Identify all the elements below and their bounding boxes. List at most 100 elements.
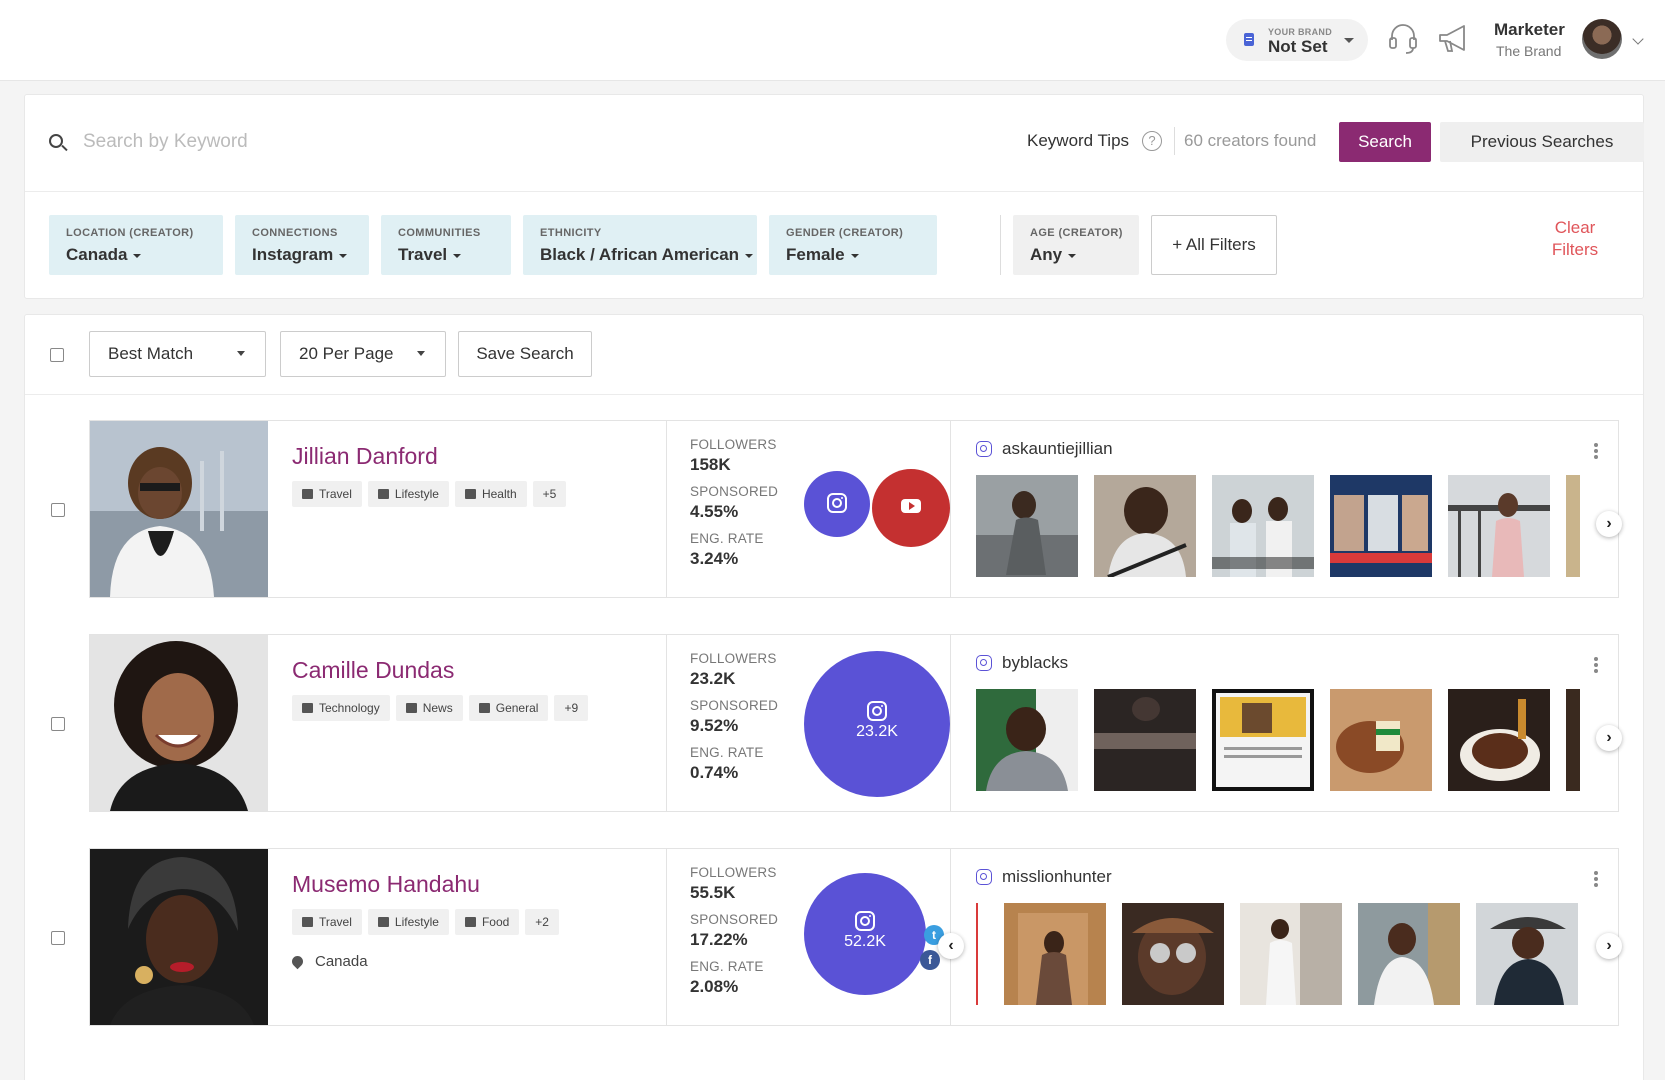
search-row: Keyword Tips ? 60 creators found Search … [25,95,1644,192]
post-thumbnail[interactable] [1330,689,1432,791]
post-thumbnail[interactable] [1240,903,1342,1005]
youtube-icon [901,499,921,513]
medkit-icon [464,489,476,499]
per-page-dropdown[interactable]: 20 Per Page [280,331,446,377]
support-headset-icon[interactable] [1386,22,1420,56]
search-button[interactable]: Search [1339,122,1431,162]
select-all-checkbox[interactable] [50,348,64,362]
divider [666,421,667,597]
post-thumbnail[interactable] [1212,475,1314,577]
post-thumbnail[interactable] [976,903,990,1005]
post-thumbnail[interactable] [1094,475,1196,577]
post-thumbnail[interactable] [1448,475,1550,577]
post-thumbnail[interactable] [1566,689,1580,791]
handle-text: askauntiejillian [1002,439,1113,458]
social-handle[interactable]: byblacks [976,653,1068,673]
next-arrow-icon[interactable]: › [1596,933,1622,959]
eng-rate-label: ENG. RATE [690,959,764,974]
more-options-icon[interactable] [1594,443,1598,459]
newspaper-icon [405,703,417,713]
youtube-bubble[interactable] [872,469,950,547]
instagram-bubble[interactable]: 23.2K [804,651,950,797]
megaphone-icon[interactable] [1436,22,1472,56]
post-thumbnail[interactable] [1566,475,1580,577]
post-thumbnail[interactable] [1094,689,1196,791]
lifestyle-icon [377,489,389,499]
filter-ethnicity[interactable]: ETHNICITY Black / African American [523,215,757,275]
sponsored-label: SPONSORED [690,698,779,713]
row-checkbox[interactable] [51,931,65,945]
map-pin-icon [289,953,306,970]
social-handle[interactable]: misslionhunter [976,867,1112,887]
help-icon[interactable]: ? [1142,131,1162,151]
tag-icon [302,703,313,713]
tag-label: Technology [319,701,380,715]
search-icon [49,134,63,148]
creator-name[interactable]: Camille Dundas [292,657,454,684]
prev-arrow-icon[interactable]: ‹ [938,933,964,959]
clear-filters-link[interactable]: Clear Filters [1545,217,1605,261]
sponsored-value: 17.22% [690,930,748,949]
all-filters-button[interactable]: + All Filters [1151,215,1277,275]
more-options-icon[interactable] [1594,657,1598,673]
eng-rate-value: 0.74% [690,763,739,782]
filter-communities[interactable]: COMMUNITIES Travel [381,215,511,275]
post-thumbnail[interactable] [1122,903,1224,1005]
next-arrow-icon[interactable]: › [1596,725,1622,751]
facebook-icon[interactable]: f [920,950,940,970]
more-options-icon[interactable] [1594,871,1598,887]
creator-photo[interactable] [90,849,268,1025]
social-handle[interactable]: askauntiejillian [976,439,1113,459]
tag-list: Travel Lifestyle Health +5 [292,481,567,507]
save-search-button[interactable]: Save Search [458,331,592,377]
creator-row: Musemo Handahu Travel Lifestyle Food +2 … [89,848,1622,1026]
creator-photo[interactable] [90,635,268,811]
filter-gender[interactable]: GENDER (CREATOR) Female [769,215,937,275]
tag: General [468,695,549,721]
search-input[interactable] [83,125,883,159]
instagram-bubble[interactable] [804,471,870,537]
filter-value: Female [786,245,859,265]
post-thumbnail[interactable] [1330,475,1432,577]
post-thumbnail[interactable] [1004,903,1106,1005]
row-checkbox[interactable] [51,503,65,517]
chevron-down-icon[interactable] [1632,33,1644,45]
creator-row: Camille Dundas Technology News General +… [89,634,1622,812]
user-name: Marketer [1494,20,1565,39]
post-thumbnail[interactable] [1448,689,1550,791]
filter-connections[interactable]: CONNECTIONS Instagram [235,215,369,275]
filter-value: Black / African American [540,245,753,265]
sort-dropdown[interactable]: Best Match [89,331,266,377]
previous-searches-button[interactable]: Previous Searches [1440,122,1644,162]
eng-rate-label: ENG. RATE [690,745,764,760]
post-thumbnail[interactable] [1212,689,1314,791]
keyword-tips-link[interactable]: Keyword Tips [1027,131,1129,151]
eng-rate-value: 3.24% [690,549,739,568]
instagram-icon [976,655,992,671]
document-icon [1244,33,1254,46]
post-thumbnail[interactable] [976,475,1078,577]
filter-location[interactable]: LOCATION (CREATOR) Canada [49,215,223,275]
creator-stats: FOLLOWERS 23.2K SPONSORED 9.52% ENG. RAT… [690,651,778,792]
post-thumbnail[interactable] [976,689,1078,791]
followers-label: FOLLOWERS [690,437,777,452]
tag-more[interactable]: +2 [525,909,559,935]
tag: Health [454,481,527,507]
handle-text: byblacks [1002,653,1069,672]
instagram-bubble[interactable]: 52.2K [804,873,926,995]
filter-age[interactable]: AGE (CREATOR) Any [1013,215,1139,275]
creator-name[interactable]: Jillian Danford [292,443,438,470]
next-arrow-icon[interactable]: › [1596,511,1622,537]
filter-value: Instagram [252,245,347,265]
brand-selector[interactable]: YOUR BRAND Not Set [1226,19,1368,61]
tag-label: Travel [319,487,352,501]
tag-more[interactable]: +5 [532,481,567,507]
tag-more[interactable]: +9 [554,695,589,721]
avatar[interactable] [1582,19,1622,59]
post-thumbnail[interactable] [1476,903,1578,1005]
tag-label: General [495,701,539,715]
creator-name[interactable]: Musemo Handahu [292,871,480,898]
creator-photo[interactable] [90,421,268,597]
post-thumbnail[interactable] [1358,903,1460,1005]
row-checkbox[interactable] [51,717,65,731]
